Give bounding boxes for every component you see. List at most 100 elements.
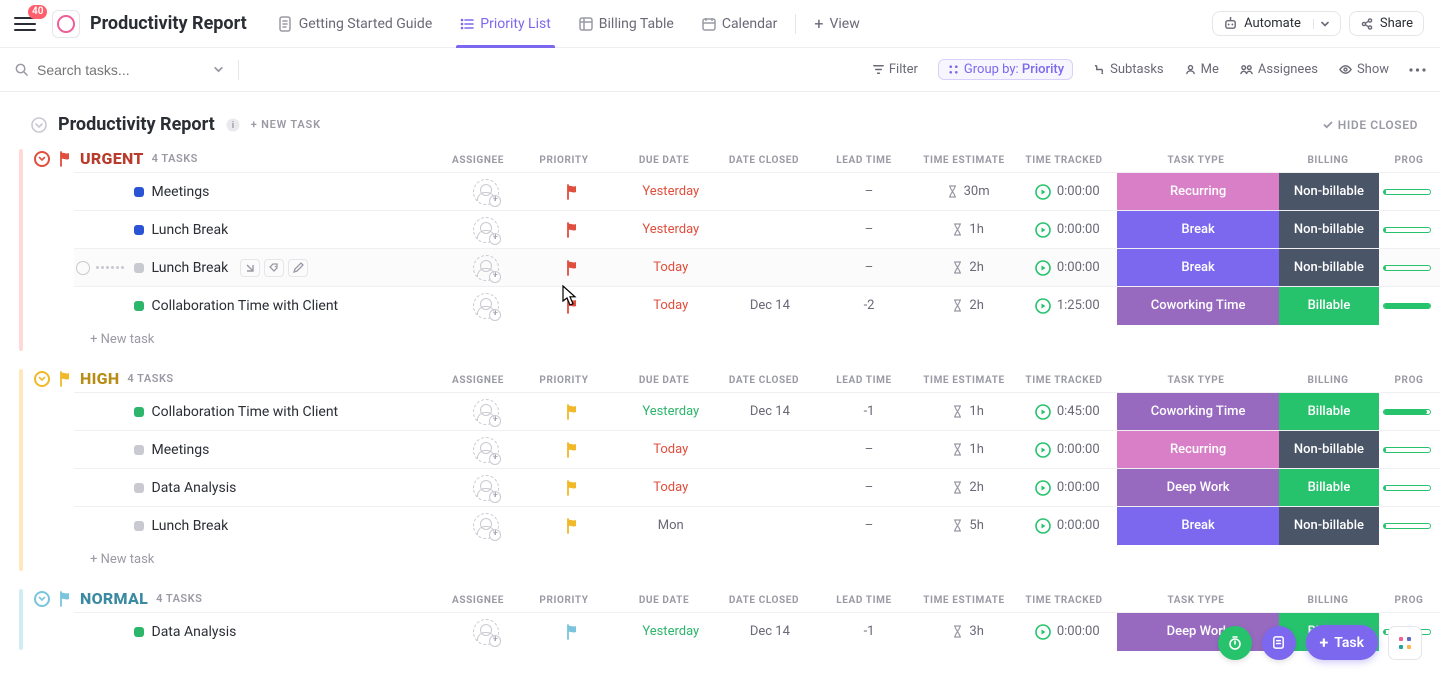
open-subtask-icon[interactable]	[240, 259, 260, 277]
share-button[interactable]: Share	[1349, 11, 1424, 36]
lead-time-cell[interactable]: –	[819, 469, 918, 507]
billing-cell[interactable]: Billable	[1279, 287, 1378, 325]
menu-button[interactable]: 40	[10, 9, 40, 39]
tag-icon[interactable]	[264, 259, 284, 277]
task-type-cell[interactable]: Coworking Time	[1117, 287, 1280, 325]
task-name[interactable]: Meetings	[152, 442, 210, 458]
lead-time-cell[interactable]: –	[819, 431, 918, 469]
priority-cell[interactable]	[522, 431, 621, 469]
task-row[interactable]: Meetings + Yesterday – 30m 0:00:00 Recur…	[74, 172, 1440, 210]
time-estimate-cell[interactable]: 2h	[919, 469, 1018, 507]
column-header[interactable]: PRIORITY	[514, 591, 614, 610]
add-task-row[interactable]: + New task	[34, 544, 1440, 571]
due-date-cell[interactable]: Today	[621, 431, 720, 469]
priority-cell[interactable]	[522, 469, 621, 507]
lead-time-cell[interactable]: –	[819, 173, 918, 211]
status-dot[interactable]	[134, 407, 144, 417]
status-dot[interactable]	[134, 263, 144, 273]
due-date-cell[interactable]: Yesterday	[621, 393, 720, 431]
task-row[interactable]: Lunch Break + Mon – 5h 0:00:00 Break Non…	[74, 506, 1440, 544]
group-collapse-button[interactable]	[34, 151, 50, 167]
automate-button[interactable]: Automate	[1212, 11, 1341, 36]
lead-time-cell[interactable]: –	[819, 249, 918, 287]
billing-cell[interactable]: Non-billable	[1279, 249, 1378, 287]
notepad-button[interactable]	[1262, 626, 1296, 660]
column-header[interactable]: TASK TYPE	[1114, 371, 1278, 390]
task-row[interactable]: Meetings + Today – 1h 0:00:00 Recurring …	[74, 430, 1440, 468]
due-date-cell[interactable]: Today	[621, 249, 720, 287]
date-closed-cell[interactable]	[720, 249, 819, 287]
lead-time-cell[interactable]: –	[819, 507, 918, 545]
time-tracked-cell[interactable]: 0:00:00	[1018, 431, 1117, 469]
select-checkbox[interactable]	[76, 261, 90, 275]
task-row[interactable]: Collaboration Time with Client + Today D…	[74, 286, 1440, 324]
due-date-cell[interactable]: Today	[621, 469, 720, 507]
progress-cell[interactable]	[1379, 393, 1440, 431]
lead-time-cell[interactable]: -2	[819, 287, 918, 325]
new-task-floating-button[interactable]: + Task	[1306, 625, 1378, 660]
progress-cell[interactable]	[1379, 507, 1440, 545]
date-closed-cell[interactable]: Dec 14	[720, 613, 819, 651]
group-collapse-button[interactable]	[34, 371, 50, 387]
billing-cell[interactable]: Non-billable	[1279, 507, 1378, 545]
priority-cell[interactable]	[522, 173, 621, 211]
task-row[interactable]: Data Analysis + Today – 2h 0:00:00 Deep …	[74, 468, 1440, 506]
apps-button[interactable]	[1388, 626, 1422, 660]
time-estimate-cell[interactable]: 1h	[919, 431, 1018, 469]
group-by-button[interactable]: Group by: Priority	[938, 59, 1073, 80]
progress-cell[interactable]	[1379, 469, 1440, 507]
time-tracked-cell[interactable]: 0:00:00	[1018, 469, 1117, 507]
date-closed-cell[interactable]	[720, 211, 819, 249]
date-closed-cell[interactable]: Dec 14	[720, 393, 819, 431]
time-tracked-cell[interactable]: 0:00:00	[1018, 613, 1117, 651]
me-button[interactable]: Me	[1184, 62, 1219, 77]
column-header[interactable]: TASK TYPE	[1114, 151, 1278, 170]
time-estimate-cell[interactable]: 3h	[919, 613, 1018, 651]
priority-cell[interactable]	[522, 613, 621, 651]
progress-cell[interactable]	[1379, 287, 1440, 325]
status-dot[interactable]	[134, 187, 144, 197]
lead-time-cell[interactable]: -1	[819, 613, 918, 651]
task-type-cell[interactable]: Deep Work	[1117, 469, 1280, 507]
date-closed-cell[interactable]	[720, 507, 819, 545]
due-date-cell[interactable]: Yesterday	[621, 211, 720, 249]
task-type-cell[interactable]: Coworking Time	[1117, 393, 1280, 431]
task-name[interactable]: Collaboration Time with Client	[152, 404, 339, 420]
lead-time-cell[interactable]: -1	[819, 393, 918, 431]
column-header[interactable]: TIME ESTIMATE	[914, 591, 1014, 610]
time-tracked-cell[interactable]: 0:00:00	[1018, 173, 1117, 211]
time-tracked-cell[interactable]: 0:00:00	[1018, 211, 1117, 249]
group-title[interactable]: HIGH	[80, 369, 119, 388]
drag-handle-icon[interactable]	[96, 266, 124, 269]
group-title[interactable]: URGENT	[80, 149, 144, 168]
column-header[interactable]: PROG	[1378, 371, 1440, 390]
column-header[interactable]: TASK TYPE	[1114, 591, 1278, 610]
priority-cell[interactable]	[522, 211, 621, 249]
chevron-down-icon[interactable]	[1313, 19, 1330, 29]
billing-cell[interactable]: Billable	[1279, 393, 1378, 431]
column-header[interactable]: LEAD TIME	[814, 151, 914, 170]
column-header[interactable]: TIME TRACKED	[1014, 591, 1114, 610]
status-dot[interactable]	[134, 483, 144, 493]
column-header[interactable]: BILLING	[1278, 371, 1378, 390]
timer-button[interactable]	[1218, 626, 1252, 660]
priority-cell[interactable]	[522, 507, 621, 545]
column-header[interactable]: DATE CLOSED	[714, 371, 814, 390]
group-collapse-button[interactable]	[34, 591, 50, 607]
column-header[interactable]: DUE DATE	[614, 591, 714, 610]
task-name[interactable]: Lunch Break	[152, 222, 229, 238]
billing-cell[interactable]: Non-billable	[1279, 211, 1378, 249]
time-estimate-cell[interactable]: 2h	[919, 287, 1018, 325]
tab-getting-started[interactable]: Getting Started Guide	[265, 0, 447, 48]
assignee-add-button[interactable]: +	[473, 513, 499, 539]
filter-button[interactable]: Filter	[872, 62, 918, 77]
progress-cell[interactable]	[1379, 249, 1440, 287]
group-title[interactable]: NORMAL	[80, 589, 148, 608]
tab-priority-list[interactable]: Priority List	[446, 0, 565, 48]
column-header[interactable]: ASSIGNEE	[442, 371, 514, 390]
date-closed-cell[interactable]	[720, 173, 819, 211]
assignee-add-button[interactable]: +	[473, 293, 499, 319]
status-dot[interactable]	[134, 521, 144, 531]
task-name[interactable]: Data Analysis	[152, 624, 237, 640]
due-date-cell[interactable]: Mon	[621, 507, 720, 545]
